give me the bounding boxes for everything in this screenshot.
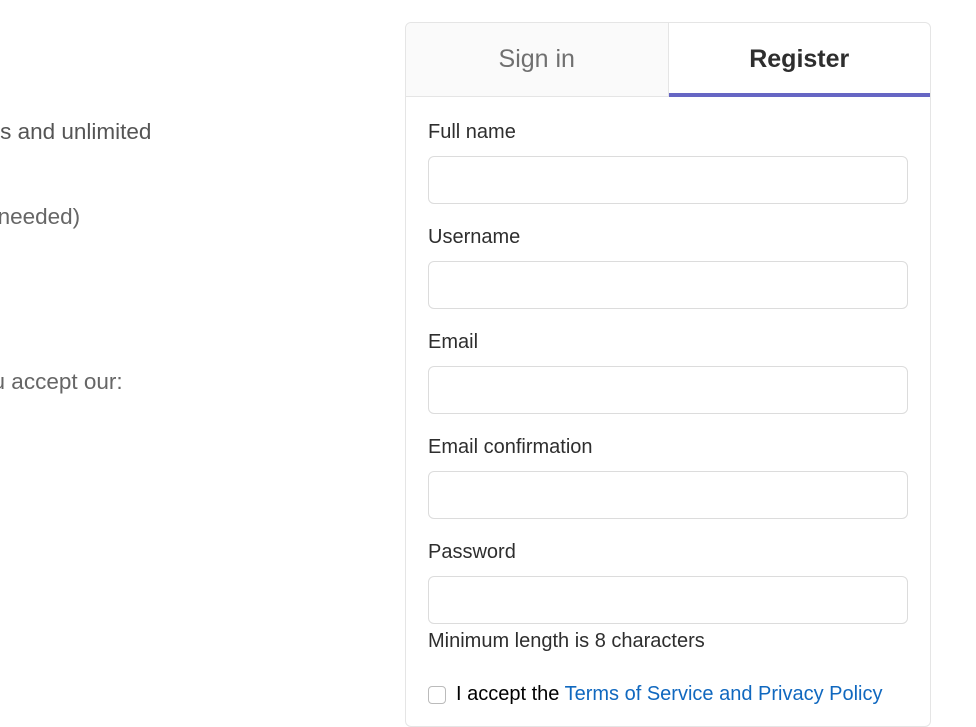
register-form: Full name Username Email Email confirmat… [406, 97, 930, 726]
accept-terms-checkbox[interactable] [428, 686, 446, 704]
username-input[interactable] [428, 261, 908, 309]
fullname-input[interactable] [428, 156, 908, 204]
info-link-1-suffix: (no login needed) [0, 204, 80, 229]
password-hint: Minimum length is 8 characters [428, 630, 908, 653]
auth-tabs: Sign in Register [406, 23, 930, 97]
auth-card: Sign in Register Full name Username Emai… [405, 22, 931, 727]
info-link-row-1: .com (no login needed) [0, 200, 310, 235]
password-input[interactable] [428, 576, 908, 624]
fullname-group: Full name [428, 121, 908, 204]
info-link-row-2: tLab.com [0, 235, 310, 270]
password-label: Password [428, 541, 908, 564]
email-confirm-label: Email confirmation [428, 436, 908, 459]
email-group: Email [428, 331, 908, 414]
accept-terms-text: I accept the Terms of Service and Privac… [456, 683, 882, 706]
accept-terms-prefix: I accept the [456, 683, 565, 705]
email-input[interactable] [428, 366, 908, 414]
tab-signin[interactable]: Sign in [406, 23, 669, 97]
username-group: Username [428, 226, 908, 309]
info-links: .com (no login needed) tLab.com n [0, 200, 310, 305]
terms-link[interactable]: Terms of Service and Privacy Policy [565, 683, 883, 705]
email-confirm-input[interactable] [428, 471, 908, 519]
info-panel: ate) repositories and unlimited .com (no… [0, 115, 310, 399]
tab-register[interactable]: Register [669, 23, 931, 97]
fullname-label: Full name [428, 121, 908, 144]
username-label: Username [428, 226, 908, 249]
email-label: Email [428, 331, 908, 354]
info-link-row-3: n [0, 270, 310, 305]
info-line-1: ate) repositories and unlimited [0, 115, 310, 150]
password-group: Password Minimum length is 8 characters [428, 541, 908, 653]
info-tos-line: this service you accept our: [0, 365, 310, 400]
email-confirm-group: Email confirmation [428, 436, 908, 519]
accept-terms-row: I accept the Terms of Service and Privac… [428, 683, 908, 706]
